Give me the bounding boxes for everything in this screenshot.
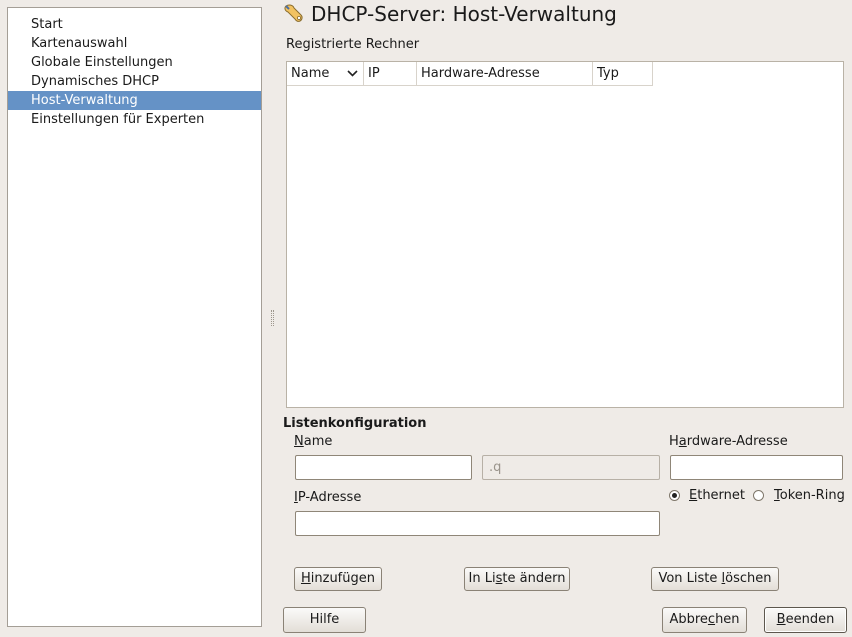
chevron-down-icon <box>347 70 358 77</box>
column-header-ip[interactable]: IP <box>364 62 417 86</box>
domain-input <box>482 455 660 480</box>
page-title: DHCP-Server: Host-Verwaltung <box>311 2 617 26</box>
ethernet-radio[interactable] <box>669 490 680 501</box>
nav-item-globale-einstellungen[interactable]: Globale Einstellungen <box>8 53 261 72</box>
name-input[interactable] <box>295 455 472 480</box>
hardware-address-label: Hardware-Adresse <box>669 434 788 449</box>
table-header: Name IP Hardware-Adresse Typ <box>287 62 653 86</box>
sidebar-nav: Start Kartenauswahl Globale Einstellunge… <box>7 7 262 627</box>
ip-address-input[interactable] <box>295 511 660 536</box>
help-button[interactable]: Hilfe <box>283 607 366 633</box>
delete-from-list-button[interactable]: Von Liste löschen <box>651 567 779 591</box>
hosts-table[interactable]: Name IP Hardware-Adresse Typ <box>286 61 844 408</box>
token-ring-radio[interactable] <box>753 490 764 501</box>
nav-item-host-verwaltung[interactable]: Host-Verwaltung <box>8 91 261 110</box>
name-label-rest: ame <box>303 434 333 449</box>
hardware-address-input[interactable] <box>670 455 843 480</box>
ip-address-label: IP-Adresse <box>294 490 362 505</box>
nav-item-dynamisches-dhcp[interactable]: Dynamisches DHCP <box>8 72 261 91</box>
column-header-name-label: Name <box>291 66 330 81</box>
nav-item-kartenauswahl[interactable]: Kartenauswahl <box>8 34 261 53</box>
list-config-title: Listenkonfiguration <box>283 416 427 431</box>
nav-item-einstellungen-experten[interactable]: Einstellungen für Experten <box>8 110 261 129</box>
hosts-table-label: Registrierte Rechner <box>286 37 420 52</box>
finish-button[interactable]: Beenden <box>764 607 847 633</box>
column-header-hardware[interactable]: Hardware-Adresse <box>417 62 593 86</box>
column-header-typ[interactable]: Typ <box>593 62 653 86</box>
add-button[interactable]: Hinzufügen <box>294 567 382 591</box>
wrench-icon <box>283 3 305 25</box>
cancel-button[interactable]: Abbrechen <box>662 607 747 633</box>
pane-splitter[interactable] <box>271 310 274 326</box>
ethernet-radio-label[interactable]: Ethernet <box>689 488 745 503</box>
change-in-list-button[interactable]: In Liste ändern <box>464 567 570 591</box>
name-label: Name <box>294 434 333 449</box>
nav-item-start[interactable]: Start <box>8 15 261 34</box>
column-header-name[interactable]: Name <box>287 62 364 86</box>
token-ring-radio-label[interactable]: Token-Ring <box>774 488 845 503</box>
